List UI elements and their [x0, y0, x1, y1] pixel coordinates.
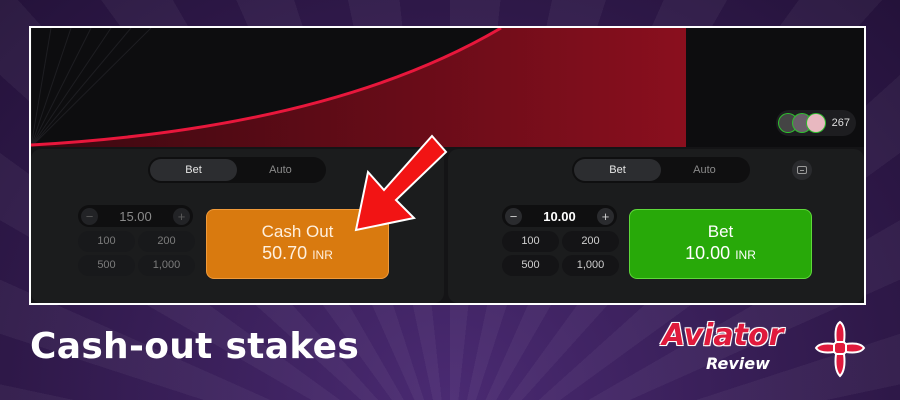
aviator-review-logo: Aviator Review — [662, 318, 872, 382]
quick-amount-button[interactable]: 200 — [562, 231, 619, 252]
logo-subtitle: Review — [706, 354, 770, 373]
tab-auto[interactable]: Auto — [661, 159, 748, 181]
online-players: 267 — [776, 110, 856, 136]
decrease-stake-button[interactable]: − — [81, 207, 98, 225]
curve-fill — [31, 28, 686, 147]
minimize-icon — [797, 166, 807, 174]
tab-bet[interactable]: Bet — [574, 159, 661, 181]
tab-bet[interactable]: Bet — [150, 159, 237, 181]
propeller-icon — [814, 320, 866, 378]
quick-amount-button[interactable]: 500 — [78, 255, 135, 276]
quick-amount-button[interactable]: 1,000 — [562, 255, 619, 276]
remove-panel-button[interactable] — [792, 160, 812, 180]
quick-amount-button[interactable]: 200 — [138, 231, 195, 252]
bet-amount: 10.00 INR — [685, 243, 756, 263]
stake-stepper: − 15.00 + — [78, 205, 193, 227]
stake-stepper: − 10.00 + — [502, 205, 617, 227]
quick-amounts: 100 200 500 1,000 — [502, 231, 619, 276]
place-bet-button[interactable]: Bet 10.00 INR — [629, 209, 812, 279]
page-caption: Cash-out stakes — [30, 326, 360, 367]
bet-label: Bet — [707, 222, 734, 241]
quick-amount-button[interactable]: 1,000 — [138, 255, 195, 276]
bet-mode-tabs: Bet Auto — [572, 157, 750, 183]
stake-value[interactable]: 10.00 — [543, 209, 576, 224]
logo-word: Aviator — [662, 318, 784, 353]
stake-value[interactable]: 15.00 — [119, 209, 152, 224]
multiplier-graph — [31, 28, 686, 147]
red-arrow-icon — [354, 134, 448, 232]
players-count: 267 — [831, 117, 850, 129]
currency-label: INR — [735, 248, 756, 262]
increase-stake-button[interactable]: + — [172, 207, 190, 225]
avatar — [805, 113, 826, 133]
currency-label: INR — [312, 248, 333, 262]
cash-out-label: Cash Out — [261, 222, 334, 241]
bet-mode-tabs: Bet Auto — [148, 157, 326, 183]
bet-panel-right: Bet Auto − 10.00 + 100 200 500 1,000 Bet… — [448, 149, 864, 303]
background-rays — [31, 28, 152, 147]
tab-auto[interactable]: Auto — [237, 159, 324, 181]
quick-amount-button[interactable]: 100 — [502, 231, 559, 252]
game-area: 267 — [31, 28, 864, 147]
increase-stake-button[interactable]: + — [596, 207, 614, 225]
decrease-stake-button[interactable]: − — [505, 207, 522, 225]
quick-amount-button[interactable]: 500 — [502, 255, 559, 276]
quick-amounts: 100 200 500 1,000 — [78, 231, 195, 276]
quick-amount-button[interactable]: 100 — [78, 231, 135, 252]
cash-out-amount: 50.70 INR — [262, 243, 333, 263]
